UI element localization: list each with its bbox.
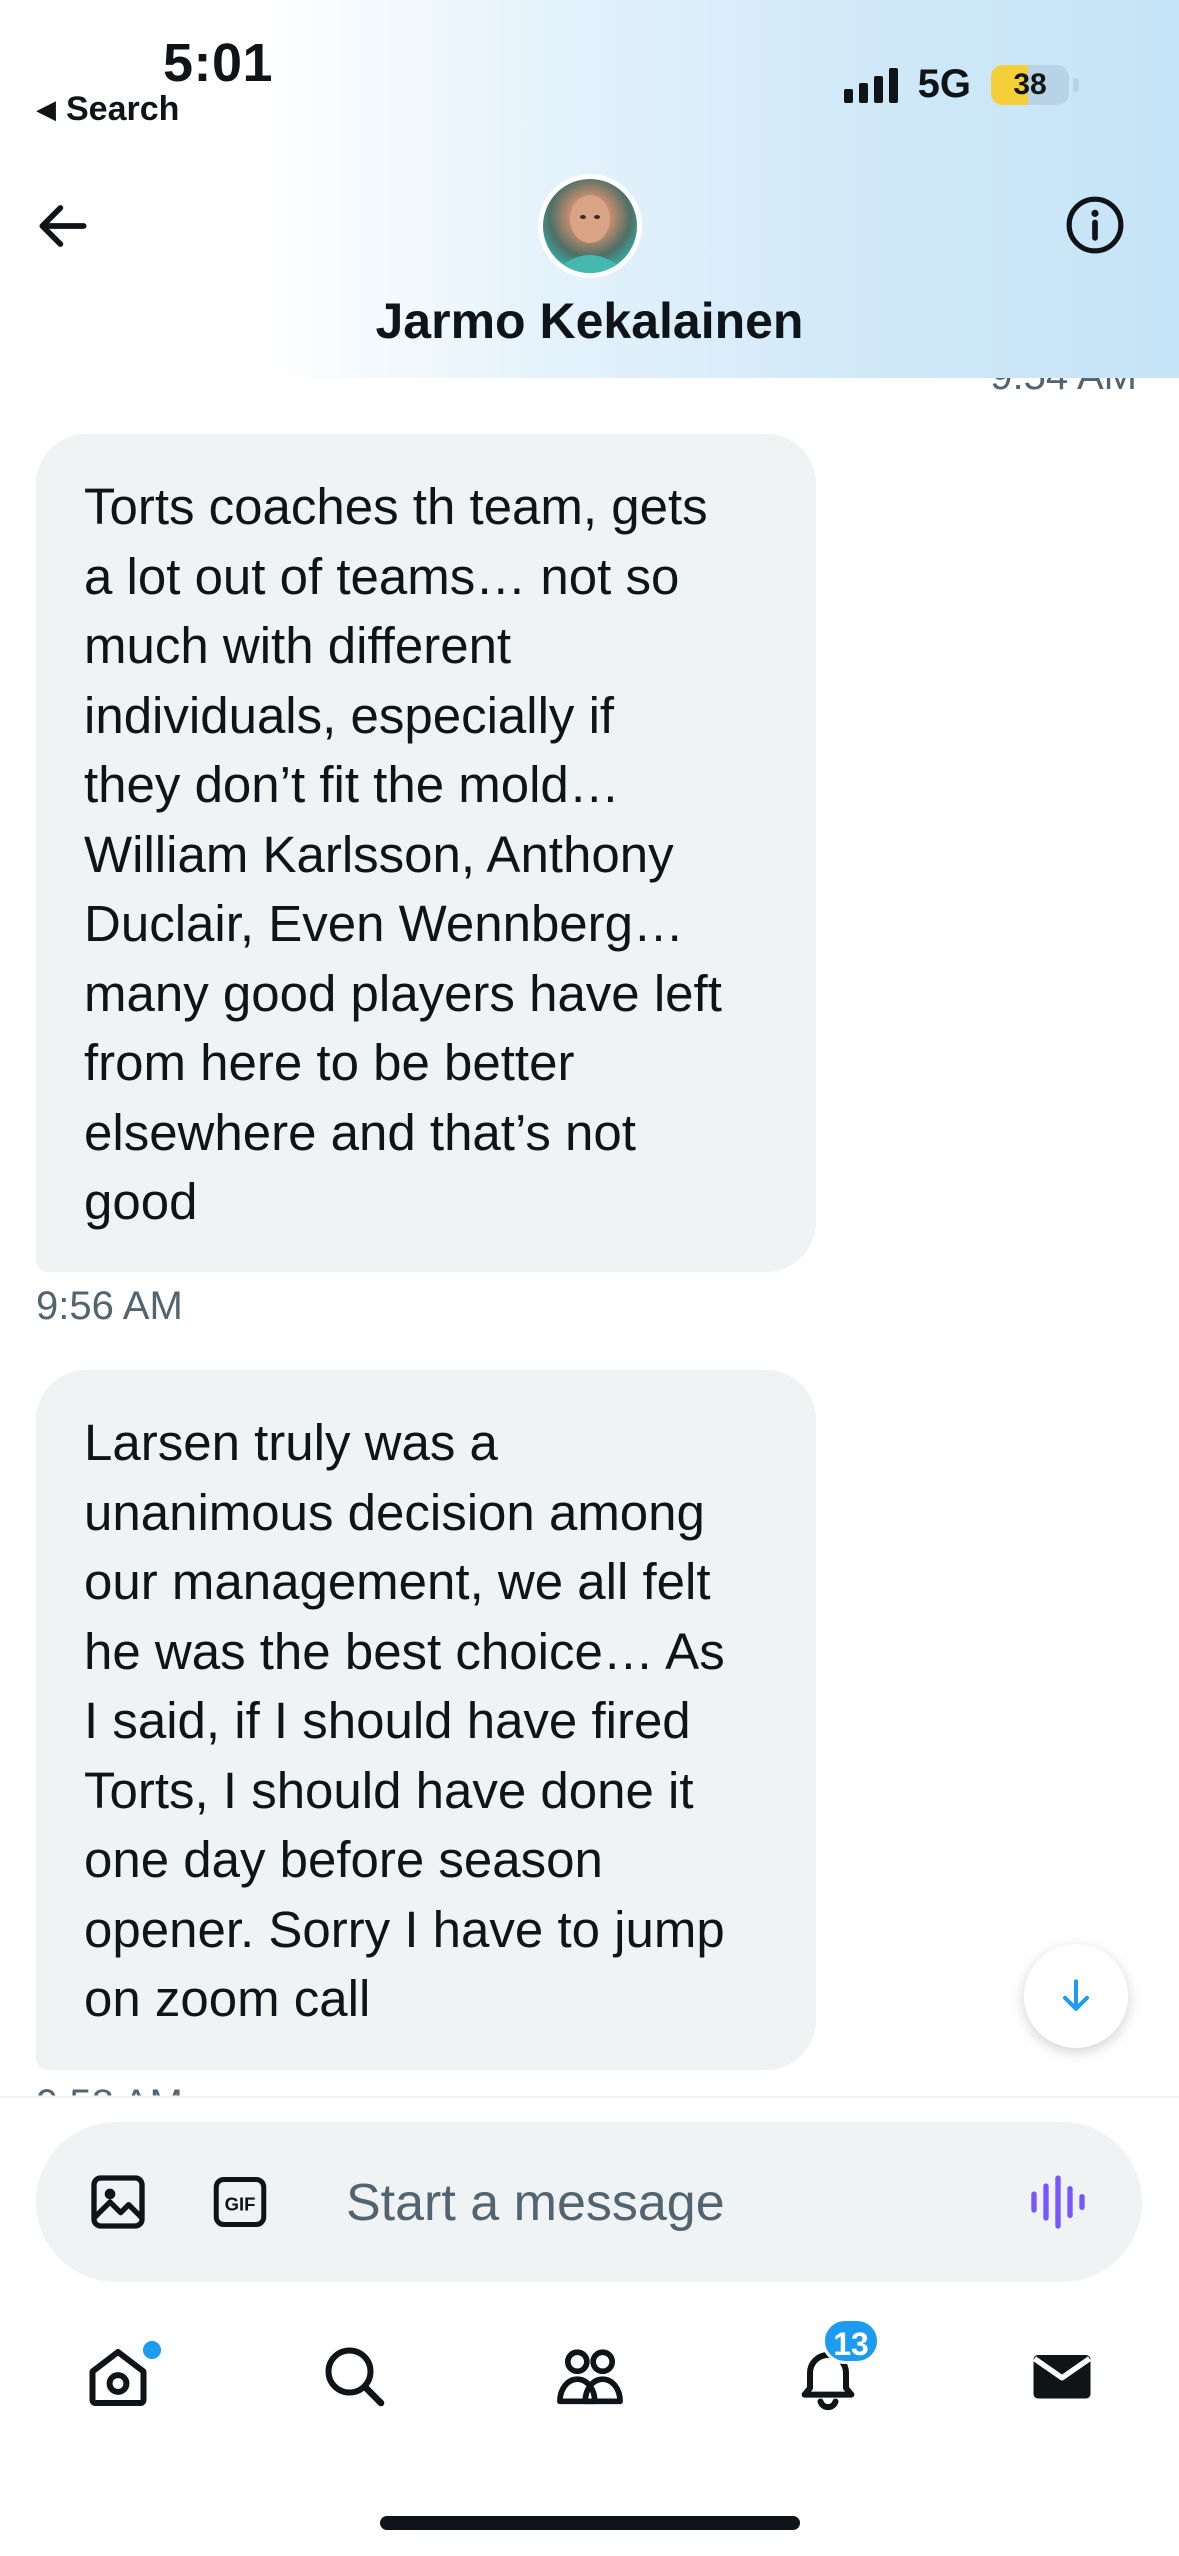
message-bubble[interactable]: Larsen truly was a unanimous decision am…	[36, 1370, 816, 2070]
avatar-face-icon	[553, 195, 627, 273]
tab-bar: 13	[0, 2296, 1179, 2476]
tab-messages[interactable]	[1022, 2336, 1102, 2416]
voice-waveform-icon[interactable]	[1026, 2170, 1090, 2234]
network-label: 5G	[917, 62, 971, 106]
signal-icon	[843, 67, 898, 103]
gif-icon[interactable]: GIF	[210, 2172, 270, 2232]
tab-home[interactable]	[78, 2336, 164, 2416]
message-input[interactable]	[344, 2158, 988, 2248]
back-app-label: Search	[66, 90, 180, 128]
tab-search[interactable]	[314, 2336, 394, 2416]
contact-avatar[interactable]	[538, 174, 642, 278]
scroll-to-bottom-button[interactable]	[1024, 1944, 1128, 2048]
info-circle-icon[interactable]	[1064, 194, 1126, 256]
battery-tip	[1073, 77, 1079, 92]
battery-percent: 38	[1013, 67, 1047, 101]
status-time: 5:01	[163, 33, 274, 93]
contact-name[interactable]: Jarmo Kekalainen	[0, 292, 1179, 350]
back-to-search-link[interactable]: ◀ Search	[36, 90, 179, 129]
arrow-down-icon	[1062, 1979, 1090, 2011]
header: 5:01 ◀ Search 5G 38 Jarmo Kekalainen	[0, 0, 1179, 378]
home-indicator[interactable]	[380, 2516, 800, 2530]
people-icon	[557, 2349, 623, 2405]
image-icon[interactable]	[86, 2170, 150, 2234]
composer-bar: GIF	[0, 2096, 1179, 2298]
tab-communities[interactable]	[550, 2336, 630, 2416]
message-timestamp: 9:56 AM	[36, 1284, 183, 1328]
unread-dot	[140, 2338, 164, 2362]
message-bubble[interactable]: Torts coaches th team, gets a lot out of…	[36, 434, 816, 1272]
battery-icon: 38	[991, 64, 1069, 105]
tab-notifications[interactable]: 13	[788, 2318, 880, 2416]
search-icon	[325, 2347, 385, 2407]
gif-label: GIF	[225, 2193, 256, 2214]
notification-count-badge: 13	[822, 2318, 880, 2364]
composer: GIF	[36, 2122, 1142, 2282]
envelope-icon	[1032, 2355, 1092, 2399]
arrow-left-icon[interactable]	[32, 195, 94, 257]
status-indicators: 5G 38	[843, 62, 1079, 107]
back-triangle-icon: ◀	[36, 94, 56, 124]
